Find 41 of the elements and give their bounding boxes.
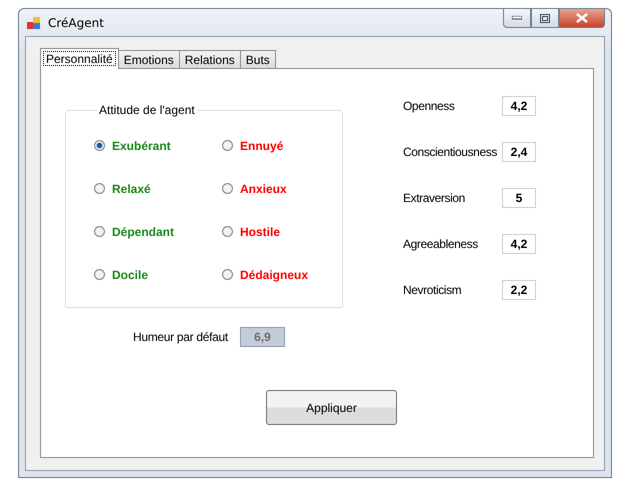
radio-label: Docile: [112, 268, 148, 282]
maximize-icon: [540, 14, 550, 22]
radio-button[interactable]: [94, 140, 105, 151]
radio-button[interactable]: [222, 183, 233, 194]
maximize-button[interactable]: [531, 8, 559, 28]
radio-label: Dédaigneux: [240, 268, 308, 282]
radio-label: Dépendant: [112, 225, 174, 239]
radio-button[interactable]: [94, 226, 105, 237]
trait-label: Nevroticism: [403, 283, 462, 297]
tab[interactable]: Relations: [178, 50, 241, 68]
close-button[interactable]: [559, 8, 605, 28]
apply-button[interactable]: Appliquer: [266, 390, 397, 425]
radio-button[interactable]: [94, 269, 105, 280]
tab[interactable]: Buts: [240, 50, 276, 68]
radio-button[interactable]: [222, 226, 233, 237]
trait-label: Openness: [403, 99, 456, 113]
trait-field[interactable]: 4,2: [502, 234, 536, 254]
radio-label: Hostile: [240, 225, 280, 239]
tab[interactable]: Emotions: [118, 50, 180, 68]
radio-label: Relaxé: [112, 182, 151, 196]
radio-button[interactable]: [94, 183, 105, 194]
tab[interactable]: Personnalité: [40, 48, 119, 69]
minimize-button[interactable]: [503, 8, 531, 28]
radio-label: Ennuyé: [240, 139, 284, 153]
trait-label: Conscientiousness: [403, 145, 498, 159]
trait-field[interactable]: 5: [502, 188, 536, 208]
close-icon: [576, 13, 588, 23]
app-icon: [27, 16, 41, 30]
trait-label: Extraversion: [403, 191, 466, 205]
radio-label: Exubérant: [112, 139, 171, 153]
radio-button[interactable]: [222, 269, 233, 280]
trait-field[interactable]: 2,2: [502, 280, 536, 300]
radio-button[interactable]: [222, 140, 233, 151]
trait-label: Agreeableness: [403, 237, 479, 251]
window-title: CréAgent: [48, 16, 105, 30]
minimize-icon: [512, 16, 522, 20]
field-label: Humeur par défaut: [133, 330, 228, 344]
trait-field[interactable]: 2,4: [502, 142, 536, 162]
trait-field[interactable]: 4,2: [502, 96, 536, 116]
group-title: Attitude de l'agent: [98, 103, 196, 117]
radio-label: Anxieux: [240, 182, 287, 196]
